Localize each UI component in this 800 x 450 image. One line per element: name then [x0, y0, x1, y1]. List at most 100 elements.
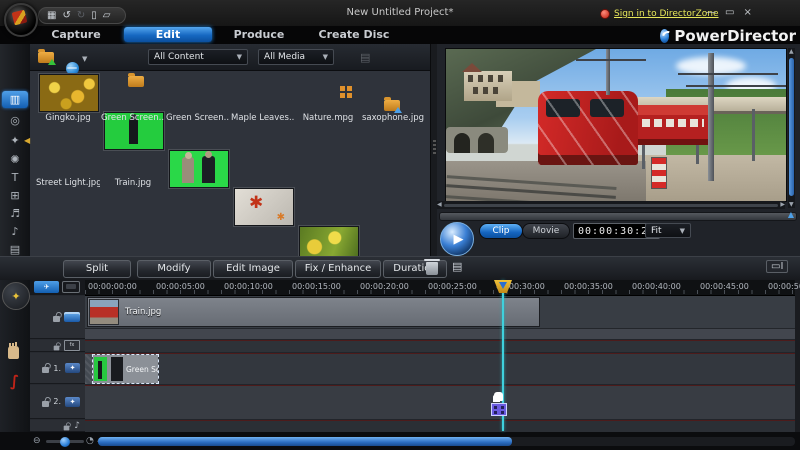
sidebar-item-voice-over-room[interactable]: ♪	[2, 223, 28, 240]
video-track-header[interactable]	[30, 296, 85, 339]
content-filter-dropdown[interactable]: All Content ▼	[148, 49, 248, 65]
modify-button[interactable]: Modify	[137, 260, 211, 278]
preview-vscrollbar[interactable]: ▲ ▼	[788, 48, 795, 208]
media-library-panel: ▼ All Content ▼ All Media ▼ ▤ Gingko.jpg G…	[24, 44, 430, 443]
unlock-icon[interactable]	[53, 316, 60, 322]
pip-track-1[interactable]: Green Screen	[85, 354, 795, 384]
media-thumbnail-maple-leaves[interactable]: ✱ ✱	[234, 188, 294, 226]
content-folder-icon[interactable]	[128, 73, 144, 87]
sidebar-item-audio-mixing-room[interactable]: ♬	[2, 205, 28, 222]
scroll-left-icon[interactable]: ◀	[437, 202, 442, 208]
media-filter-dropdown[interactable]: All Media ▼	[258, 49, 334, 65]
delete-icon[interactable]	[424, 259, 440, 275]
scroll-up-icon[interactable]: ▲	[789, 49, 794, 55]
timeline-ruler[interactable]: 00:00:00:00 00:00:05:00 00:00:10:00 00:0…	[85, 280, 800, 296]
insert-to-timeline-icon[interactable]: ▤	[452, 260, 462, 273]
pip-track-2[interactable]	[85, 386, 795, 419]
import-arrow	[48, 59, 56, 65]
scroll-track[interactable]	[443, 203, 779, 207]
scroll-thumb[interactable]	[789, 58, 794, 196]
edit-image-button[interactable]: Edit Image	[213, 260, 293, 278]
video-catenary-beam	[678, 73, 778, 75]
tab-produce[interactable]: Produce	[214, 27, 304, 42]
signin-link[interactable]: Sign in to DirectorZone	[614, 9, 719, 19]
zoom-fit-dropdown[interactable]: Fit ▼	[645, 223, 691, 238]
drag-mode-hand-icon[interactable]	[8, 343, 19, 359]
tab-create-disc[interactable]: Create Disc	[306, 27, 402, 42]
timeline-hscrollbar[interactable]	[98, 437, 795, 446]
scroll-down-icon[interactable]: ▼	[789, 202, 794, 208]
track-manager-button[interactable]: ✈	[34, 281, 59, 293]
hand-glyph	[8, 343, 19, 359]
seek-position-icon[interactable]: ▲	[788, 210, 794, 219]
undo-icon[interactable]: ↺	[62, 10, 70, 21]
scroll-thumb[interactable]	[98, 437, 512, 446]
library-menu-icon[interactable]: ▤	[360, 51, 370, 64]
audio-track[interactable]	[85, 421, 795, 432]
library-view-icon[interactable]	[340, 86, 353, 99]
download-caret-icon[interactable]: ▼	[82, 55, 87, 63]
video-canopy-post	[752, 109, 755, 161]
panel-collapse-icon[interactable]: ◀	[24, 136, 30, 145]
sidebar-item-media-room[interactable]: ▥	[2, 91, 28, 108]
brand-logo: PowerDirector	[660, 27, 796, 45]
timeline-zoom-slider[interactable]	[46, 436, 84, 447]
clip-mode-button[interactable]: Clip	[479, 223, 523, 239]
effect-track-icon: fx	[64, 340, 80, 351]
sidebar-item-transition-room[interactable]: ⊞	[2, 187, 28, 204]
timeline-tracks: 00:00:00:00 00:00:05:00 00:00:10:00 00:0…	[85, 280, 800, 432]
pip-track-1-header[interactable]: 1. ✦	[30, 353, 85, 384]
timeline-clip-green-screen[interactable]: Green Screen	[92, 354, 159, 384]
new-project-icon[interactable]: ▯	[91, 10, 97, 21]
tab-edit[interactable]: Edit	[124, 27, 212, 42]
magic-style-icon[interactable]: ∫	[10, 372, 19, 390]
video-track[interactable]: Train.jpg	[85, 296, 795, 339]
close-button[interactable]: ×	[743, 7, 751, 18]
ruler-time-icon[interactable]: ◔	[86, 437, 94, 446]
import-folder-icon[interactable]	[38, 49, 56, 65]
timeline-panel: ✦ ∫ ✈ fx 1. ✦ 2. ✦ ♪ 00:00:00:00 00:00:0…	[0, 280, 800, 450]
movie-mode-button[interactable]: Movie	[522, 223, 570, 239]
effect-track[interactable]	[85, 341, 795, 352]
unlock-icon[interactable]	[42, 367, 50, 373]
unlock-icon[interactable]	[53, 345, 60, 350]
preview-video[interactable]	[445, 48, 787, 202]
media-thumbnail-green-screen-2[interactable]	[169, 150, 229, 188]
timeline-view-toggle[interactable]: ▭I	[766, 260, 789, 273]
scroll-right-icon[interactable]: ▶	[780, 202, 785, 208]
open-project-icon[interactable]: ▱	[103, 10, 111, 21]
splitter-grip	[433, 140, 436, 156]
preview-hscrollbar[interactable]: ◀ ▶	[437, 201, 785, 209]
pip-track-2-header[interactable]: 2. ✦	[30, 385, 85, 419]
preview-seek-slider[interactable]: ▲	[439, 210, 797, 221]
unlock-icon[interactable]	[63, 425, 70, 430]
media-label: Green Screen...	[166, 113, 230, 123]
fix-enhance-button[interactable]: Fix / Enhance	[295, 260, 381, 278]
video-track-audio-lane[interactable]	[85, 328, 795, 339]
sidebar-item-title-room[interactable]: T	[2, 169, 28, 186]
media-label: Gingko.jpg	[45, 113, 91, 123]
directorzone-icon	[600, 9, 610, 19]
unlock-icon[interactable]	[42, 400, 50, 407]
timeline-clip-train[interactable]: Train.jpg	[87, 297, 540, 327]
play-button[interactable]: ▶	[440, 222, 474, 256]
preview-track-button[interactable]	[62, 281, 80, 293]
restore-button[interactable]: ▭	[725, 7, 734, 18]
sidebar-item-effect-room[interactable]: ◎	[2, 112, 28, 129]
magic-tools-icon[interactable]: ✦	[2, 282, 30, 310]
zoom-slider-knob[interactable]	[60, 436, 70, 447]
zoom-out-icon[interactable]: ⊖	[33, 437, 41, 446]
app-logo[interactable]	[4, 3, 38, 37]
split-button[interactable]: Split	[63, 260, 131, 278]
pip-track-icon: ✦	[65, 396, 80, 407]
effect-track-header[interactable]: fx	[30, 340, 85, 352]
save-icon[interactable]: ▦	[47, 10, 56, 21]
tab-capture[interactable]: Capture	[30, 27, 122, 42]
redo-icon[interactable]: ↻	[77, 10, 85, 21]
chevron-down-icon: ▼	[236, 53, 242, 61]
sidebar-item-particle-room[interactable]: ✺	[2, 151, 28, 168]
media-thumbnail-gingko[interactable]	[39, 74, 99, 112]
import-media-icon[interactable]	[384, 97, 402, 113]
minimize-button[interactable]: —	[706, 7, 716, 18]
audio-track-header[interactable]: ♪	[30, 420, 85, 432]
